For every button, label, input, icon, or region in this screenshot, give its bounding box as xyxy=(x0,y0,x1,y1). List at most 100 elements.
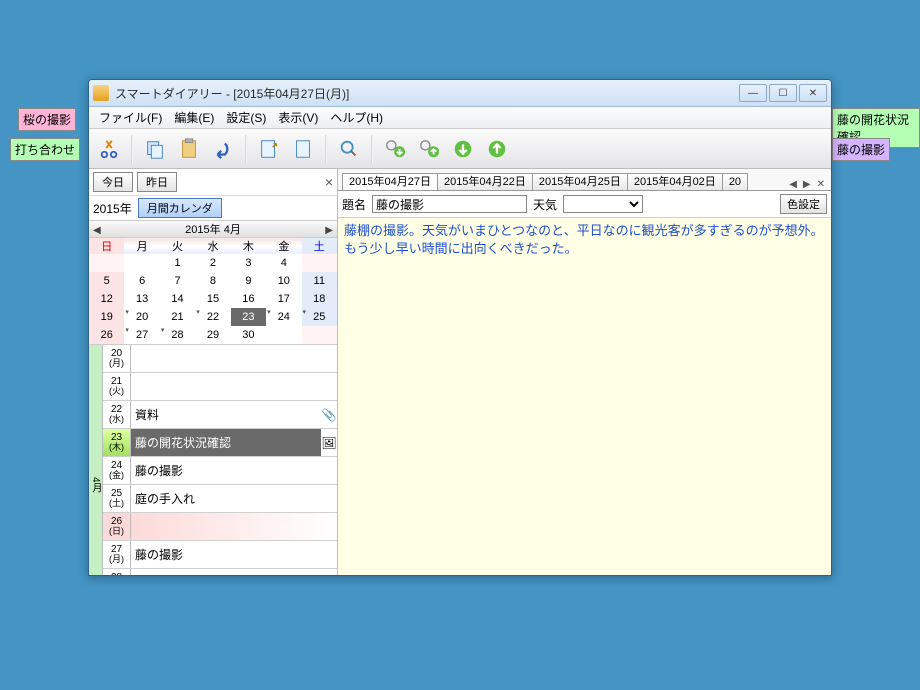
cal-day[interactable]: 29 xyxy=(195,326,230,344)
cal-day[interactable]: 9 xyxy=(231,272,266,290)
list-item[interactable]: 28(火)どうやら見通しが立ちそう xyxy=(103,569,337,575)
list-item[interactable]: 20(月) xyxy=(103,345,337,373)
cal-day[interactable]: 11 xyxy=(302,272,337,290)
cal-day[interactable]: 21 xyxy=(160,308,195,326)
menubar: ファイル(F) 編集(E) 設定(S) 表示(V) ヘルプ(H) xyxy=(89,107,831,129)
cal-day[interactable] xyxy=(302,326,337,344)
menu-edit[interactable]: 編集(E) xyxy=(168,107,220,128)
paperclip-icon: 📎 xyxy=(321,401,337,428)
new-doc-icon[interactable] xyxy=(257,137,281,161)
cal-day[interactable]: 13 xyxy=(124,290,159,308)
close-button[interactable]: ✕ xyxy=(799,84,827,102)
cal-day[interactable]: 12 xyxy=(89,290,124,308)
cal-day[interactable]: 15 xyxy=(195,290,230,308)
cal-dow: 水 xyxy=(195,238,230,254)
cal-day[interactable]: 8 xyxy=(195,272,230,290)
cal-day[interactable]: 30 xyxy=(231,326,266,344)
cal-dow: 金 xyxy=(266,238,301,254)
desktop-tag[interactable]: 藤の撮影 xyxy=(832,138,890,161)
cal-day[interactable]: 26 xyxy=(89,326,124,344)
cal-day[interactable] xyxy=(89,254,124,272)
list-item[interactable]: 24(金)藤の撮影 xyxy=(103,457,337,485)
entry-text xyxy=(131,513,337,540)
tab-scroll-left-icon[interactable]: ◀ xyxy=(787,179,799,190)
entry-date: 25(土) xyxy=(103,485,131,512)
tab[interactable]: 2015年04月22日 xyxy=(437,173,533,190)
color-settings-button[interactable]: 色設定 xyxy=(780,194,827,214)
cal-day[interactable]: 1 xyxy=(160,254,195,272)
undo-icon[interactable] xyxy=(211,137,235,161)
tabs: 2015年04月27日2015年04月22日2015年04月25日2015年04… xyxy=(338,169,831,191)
list-item[interactable]: 27(月)藤の撮影 xyxy=(103,541,337,569)
cal-day[interactable]: 2 xyxy=(195,254,230,272)
search-down-icon[interactable] xyxy=(383,137,407,161)
list-item[interactable]: 23(木)藤の開花状況確認🖼 xyxy=(103,429,337,457)
cal-day[interactable] xyxy=(302,254,337,272)
image-icon: 🖼 xyxy=(321,429,337,456)
list-item[interactable]: 22(水)資料📎 xyxy=(103,401,337,429)
copy-icon[interactable] xyxy=(143,137,167,161)
entry-body[interactable]: 藤棚の撮影。天気がいまひとつなのと、平日なのに観光客が多すぎるのが予想外。もう少… xyxy=(338,218,831,575)
weather-select[interactable] xyxy=(563,195,643,213)
tab-close-icon[interactable]: ✕ xyxy=(815,179,827,190)
title-input[interactable] xyxy=(372,195,527,213)
cal-day[interactable]: 23 xyxy=(231,308,266,326)
cal-day[interactable]: 20 xyxy=(124,308,159,326)
tab[interactable]: 2015年04月25日 xyxy=(532,173,628,190)
menu-help[interactable]: ヘルプ(H) xyxy=(324,107,389,128)
desktop-tag[interactable]: 打ち合わせ xyxy=(10,138,80,161)
cal-day[interactable]: 27 xyxy=(124,326,159,344)
cut-icon[interactable] xyxy=(97,137,121,161)
search-up-icon[interactable] xyxy=(417,137,441,161)
list-item[interactable]: 21(火) xyxy=(103,373,337,401)
cal-day[interactable]: 5 xyxy=(89,272,124,290)
cal-day[interactable] xyxy=(124,254,159,272)
cal-day[interactable]: 7 xyxy=(160,272,195,290)
cal-prev-icon[interactable]: ◀ xyxy=(93,222,101,240)
cal-day[interactable]: 22 xyxy=(195,308,230,326)
month-label: 4月 xyxy=(89,345,103,575)
cal-day[interactable]: 4 xyxy=(266,254,301,272)
list-item[interactable]: 25(土)庭の手入れ xyxy=(103,485,337,513)
entry-text: 庭の手入れ xyxy=(131,485,337,512)
desktop-tag[interactable]: 桜の撮影 xyxy=(18,108,76,131)
month-calendar-button[interactable]: 月間カレンダ xyxy=(138,198,222,218)
paste-icon[interactable] xyxy=(177,137,201,161)
entry-date: 23(木) xyxy=(103,429,131,456)
minimize-button[interactable]: — xyxy=(739,84,767,102)
cal-day[interactable]: 17 xyxy=(266,290,301,308)
tab[interactable]: 2015年04月02日 xyxy=(627,173,723,190)
cal-day[interactable]: 3 xyxy=(231,254,266,272)
yesterday-button[interactable]: 昨日 xyxy=(137,172,177,192)
titlebar[interactable]: スマートダイアリー - [2015年04月27日(月)] — ☐ ✕ xyxy=(89,80,831,107)
cal-next-icon[interactable]: ▶ xyxy=(325,222,333,240)
cal-day[interactable]: 18 xyxy=(302,290,337,308)
maximize-button[interactable]: ☐ xyxy=(769,84,797,102)
tab[interactable]: 20 xyxy=(722,173,748,190)
cal-day[interactable]: 6 xyxy=(124,272,159,290)
tab-scroll-right-icon[interactable]: ▶ xyxy=(801,179,813,190)
cal-day[interactable] xyxy=(266,326,301,344)
search-icon[interactable] xyxy=(337,137,361,161)
cal-day[interactable]: 25 xyxy=(302,308,337,326)
entry-text: 藤の開花状況確認 xyxy=(131,429,321,456)
up-icon[interactable] xyxy=(485,137,509,161)
today-button[interactable]: 今日 xyxy=(93,172,133,192)
tab[interactable]: 2015年04月27日 xyxy=(342,173,438,190)
list-item[interactable]: 26(日) xyxy=(103,513,337,541)
cal-day[interactable]: 10 xyxy=(266,272,301,290)
menu-settings[interactable]: 設定(S) xyxy=(220,107,272,128)
cal-day[interactable]: 19 xyxy=(89,308,124,326)
entry-text: どうやら見通しが立ちそう xyxy=(131,569,337,575)
menu-view[interactable]: 表示(V) xyxy=(272,107,324,128)
cal-day[interactable]: 24 xyxy=(266,308,301,326)
doc-icon[interactable] xyxy=(291,137,315,161)
down-icon[interactable] xyxy=(451,137,475,161)
cal-day[interactable]: 16 xyxy=(231,290,266,308)
cal-day[interactable]: 14 xyxy=(160,290,195,308)
cal-dow: 木 xyxy=(231,238,266,254)
entry-text xyxy=(131,345,337,372)
menu-file[interactable]: ファイル(F) xyxy=(93,107,168,128)
close-pane-icon[interactable]: × xyxy=(325,174,333,190)
cal-day[interactable]: 28 xyxy=(160,326,195,344)
